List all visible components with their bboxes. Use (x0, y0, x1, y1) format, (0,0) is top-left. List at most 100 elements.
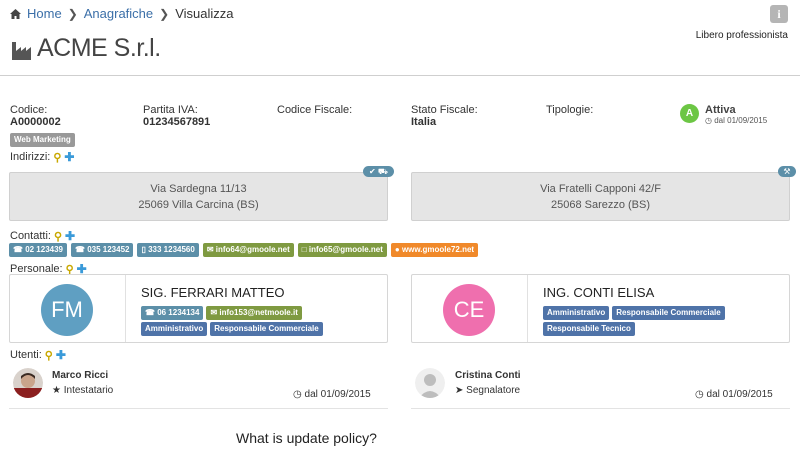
clock-icon: ◷ (293, 389, 302, 400)
contacts-list: ☎ 02 123439 ☎ 035 123452 ▯ 333 1234560 ✉… (9, 243, 479, 257)
status-avatar: A (680, 104, 699, 123)
person-name: SIG. FERRARI MATTEO (141, 285, 285, 300)
partita-iva-label: Partita IVA: (143, 104, 198, 116)
contact-mobile[interactable]: ▯ 333 1234560 (137, 243, 199, 257)
address-line2: 25069 Villa Carcina (BS) (138, 199, 259, 211)
user-role: Intestatario (63, 385, 114, 396)
indirizzi-header: Indirizzi: ⚲ ✚ (10, 150, 74, 164)
company-type: Libero professionista (695, 30, 788, 41)
address-card[interactable]: Via Fratelli Capponi 42/F 25068 Sarezzo … (411, 172, 790, 221)
tag-label: Web Marketing (10, 133, 75, 147)
role-badge: Amministrativo (543, 306, 610, 320)
contact-phone[interactable]: ☎ 02 123439 (9, 243, 68, 257)
field-stato-fiscale: Stato Fiscale: Italia (411, 104, 478, 128)
person-contacts: ☎ 06 1234134 ✉ info153@netmoole.it (141, 306, 302, 320)
user-since: dal 01/09/2015 (706, 389, 773, 400)
role-badge: Responsabile Commerciale (612, 306, 725, 320)
user-since-row: ◷ dal 01/09/2015 (695, 389, 773, 400)
contact-email[interactable]: ✉ info64@gmoole.net (202, 243, 294, 257)
address-type-badge: ✔ ⛟ (363, 166, 394, 177)
contact-text: 035 123452 (87, 245, 130, 254)
header-divider (0, 75, 800, 76)
company-name: ACME S.r.l. (37, 34, 161, 62)
address-line2: 25068 Sarezzo (BS) (550, 199, 651, 211)
person-roles: Amministrativo Responsabile Commerciale (543, 306, 725, 320)
add-icon[interactable]: ✚ (65, 229, 75, 243)
person-roles: Amministrativo Responsabile Commerciale (141, 322, 323, 336)
address-type-badge: ⚒ (778, 166, 796, 177)
user-placeholder-icon (415, 368, 445, 398)
star-icon: ★ (52, 385, 61, 396)
contact-text: info64@gmoole.net (215, 245, 290, 254)
person-card[interactable]: FM SIG. FERRARI MATTEO ☎ 06 1234134 ✉ in… (9, 274, 388, 343)
indirizzi-label: Indirizzi: (10, 151, 51, 163)
phone-icon: ☎ (13, 245, 26, 254)
status-since: dal 01/09/2015 (714, 116, 768, 125)
add-icon[interactable]: ✚ (64, 150, 74, 164)
breadcrumb-home-link[interactable]: Home (27, 6, 62, 21)
chevron-right-icon: ❯ (159, 6, 170, 21)
clock-icon: ◷ (695, 389, 704, 400)
field-codice: Codice: A0000002 (10, 104, 61, 128)
field-partita-iva: Partita IVA: 01234567891 (143, 104, 210, 128)
user-name[interactable]: Marco Ricci (52, 370, 108, 381)
avatar-column: CE (412, 275, 528, 342)
address-line1: Via Sardegna 11/13 (150, 183, 247, 195)
avatar-column: FM (10, 275, 126, 342)
user-divider (411, 408, 790, 409)
user-role-row: ★ Intestatario (52, 385, 113, 396)
person-phone[interactable]: ☎ 06 1234134 (141, 306, 204, 320)
address-card[interactable]: Via Sardegna 11/13 25069 Villa Carcina (… (9, 172, 388, 221)
field-tipologie: Tipologie: (546, 104, 593, 116)
contact-text: www.gmoole72.net (401, 245, 475, 254)
contact-website[interactable]: ● www.gmoole72.net (390, 243, 479, 257)
search-icon[interactable]: ⚲ (45, 349, 53, 362)
codice-fiscale-label: Codice Fiscale: (277, 104, 353, 116)
role-badge: Responsabile Commerciale (210, 322, 323, 336)
stato-fiscale-label: Stato Fiscale: (411, 104, 478, 116)
company-logo: ACME S.r.l. (12, 34, 161, 63)
breadcrumb: Home ❯ Anagrafiche ❯ Visualizza (10, 6, 234, 21)
search-icon[interactable]: ⚲ (54, 230, 62, 243)
person-name: ING. CONTI ELISA (543, 285, 655, 300)
status-block: A Attiva ◷ dal 01/09/2015 (680, 104, 767, 125)
user-avatar (13, 368, 43, 398)
factory-icon (12, 41, 31, 60)
contact-phone[interactable]: ☎ 035 123452 (71, 243, 134, 257)
breadcrumb-anagrafiche-link[interactable]: Anagrafiche (84, 6, 153, 21)
avatar: FM (41, 284, 93, 336)
clock-icon: ◷ (705, 116, 712, 125)
codice-value: A0000002 (10, 116, 61, 128)
paper-plane-icon: ➤ (455, 385, 464, 396)
search-icon[interactable]: ⚲ (53, 151, 61, 164)
address-line1: Via Fratelli Capponi 42/F (540, 183, 661, 195)
person-email[interactable]: ✉ info153@netmoole.it (206, 306, 302, 320)
wrench-icon: ⚒ (783, 167, 791, 176)
user-avatar (415, 368, 445, 398)
contact-text: info65@gmoole.net (308, 245, 383, 254)
phone-icon: ☎ (145, 308, 158, 317)
status-since-row: ◷ dal 01/09/2015 (705, 116, 767, 125)
contact-text: 06 1234134 (157, 308, 200, 317)
tipologie-label: Tipologie: (546, 104, 594, 116)
tag-web-marketing[interactable]: Web Marketing (10, 133, 75, 147)
contact-text: info153@netmoole.it (219, 308, 298, 317)
role-badge: Amministrativo (141, 322, 208, 336)
partita-iva-value: 01234567891 (143, 116, 211, 128)
contatti-label: Contatti: (10, 230, 51, 242)
user-since: dal 01/09/2015 (304, 389, 371, 400)
user-since-row: ◷ dal 01/09/2015 (293, 389, 371, 400)
contact-text: 02 123439 (25, 245, 64, 254)
person-card[interactable]: CE ING. CONTI ELISA Amministrativo Respo… (411, 274, 790, 343)
check-icon: ✔ (368, 167, 376, 176)
info-icon[interactable]: i (770, 5, 788, 23)
contatti-header: Contatti: ⚲ ✚ (10, 229, 75, 243)
contact-email[interactable]: □ info65@gmoole.net (297, 243, 387, 257)
add-icon[interactable]: ✚ (56, 348, 66, 362)
utenti-label: Utenti: (10, 349, 42, 361)
home-icon (10, 8, 21, 19)
field-codice-fiscale: Codice Fiscale: (277, 104, 352, 116)
user-name[interactable]: Cristina Conti (455, 370, 521, 381)
globe-icon: ● (394, 245, 402, 254)
status-title: Attiva (705, 104, 736, 116)
